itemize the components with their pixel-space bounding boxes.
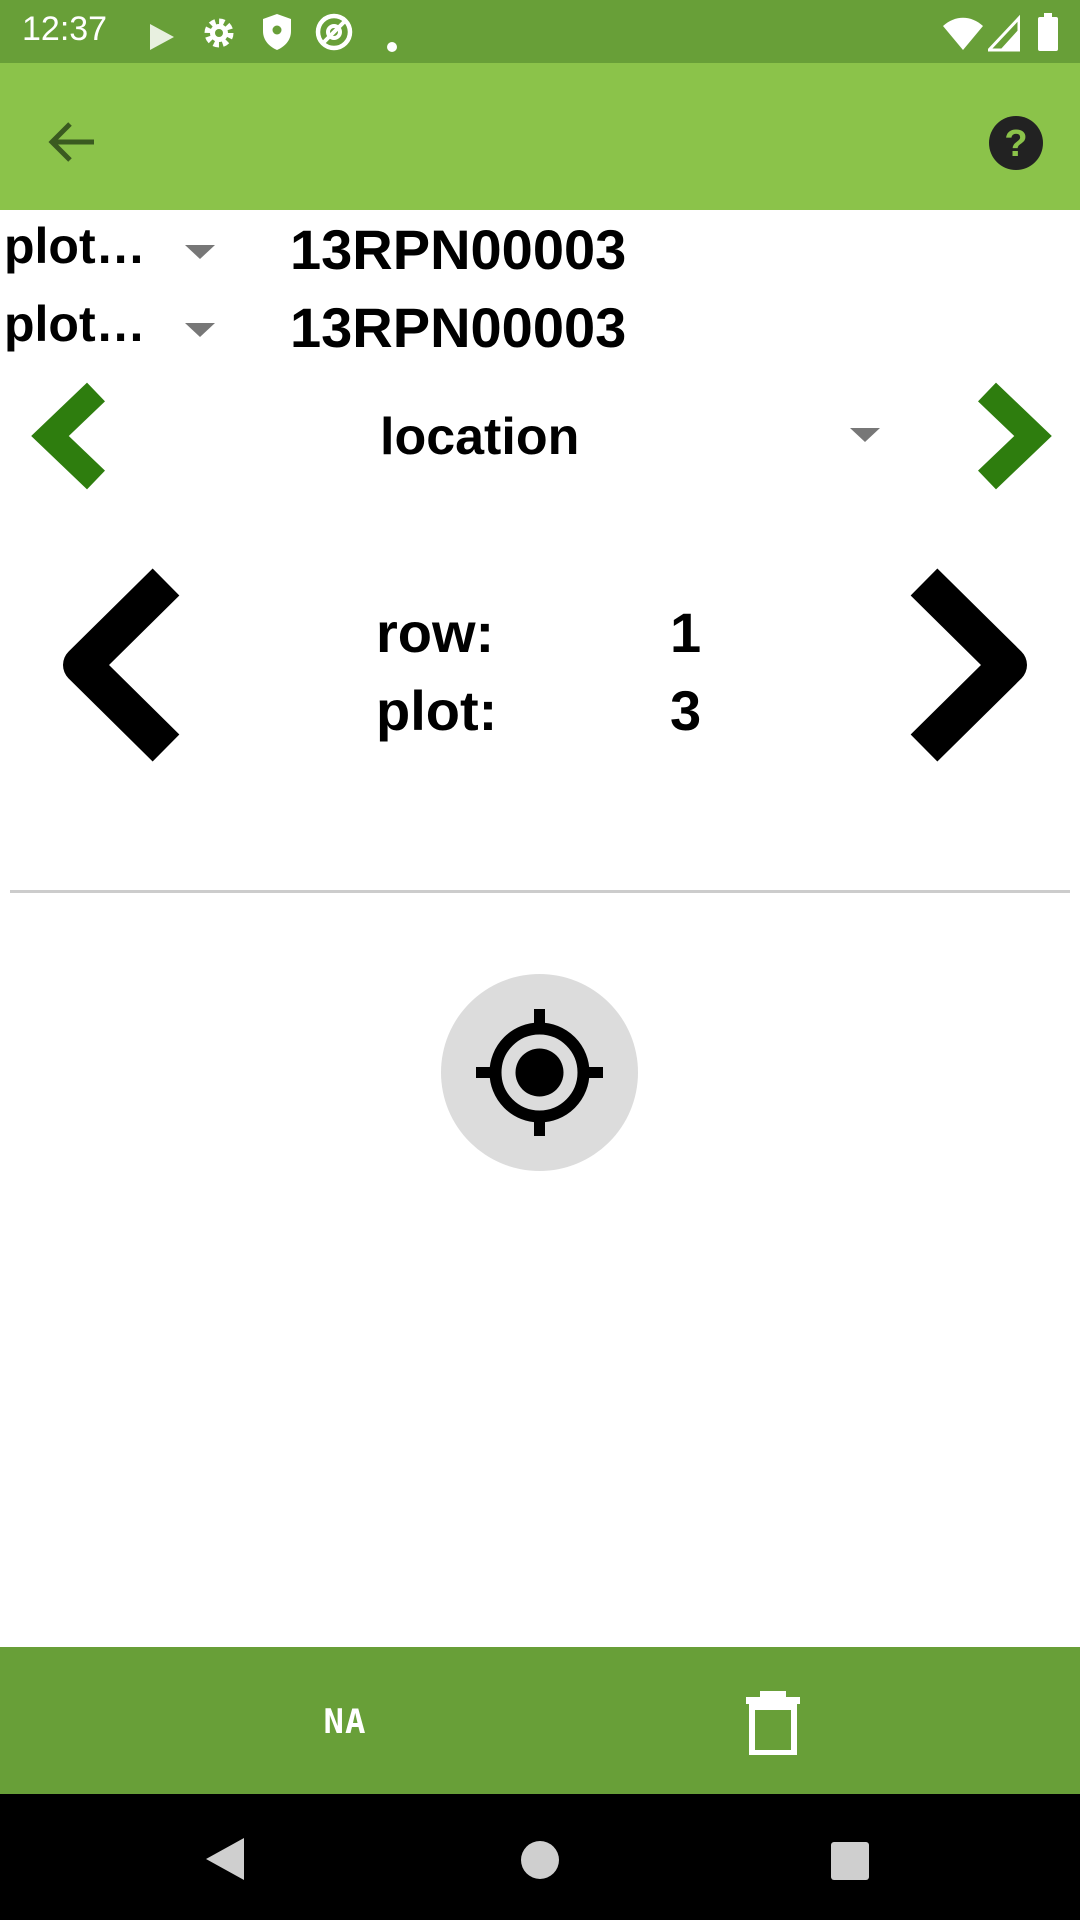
- selector-label: plot…: [4, 218, 146, 274]
- arrow-left-icon[interactable]: [32, 100, 116, 184]
- recents-nav-icon[interactable]: [830, 1841, 870, 1881]
- status-bar: 12:37: [0, 0, 1080, 63]
- bottom-action-bar: NA: [0, 1647, 1080, 1794]
- plot-selector-1[interactable]: plot… 13RPN00003: [0, 213, 1080, 291]
- row-value: 1: [670, 601, 702, 664]
- play-icon: [150, 24, 174, 50]
- app-bar: ?: [0, 63, 1080, 210]
- next-plot-icon[interactable]: [900, 558, 1042, 772]
- selector-value: 13RPN00003: [290, 218, 627, 281]
- at-sign-icon: [315, 13, 353, 51]
- selector-value: 13RPN00003: [290, 296, 627, 359]
- plot-value: 3: [670, 679, 702, 742]
- chevron-right-icon[interactable]: [975, 376, 1065, 496]
- dropdown-caret-icon[interactable]: [185, 323, 215, 339]
- gps-capture-button[interactable]: [441, 974, 638, 1171]
- chevron-left-icon[interactable]: [18, 376, 108, 496]
- system-navigation-bar: [0, 1794, 1080, 1920]
- divider: [10, 890, 1070, 893]
- dot-icon: [387, 42, 397, 52]
- selector-label: plot…: [4, 296, 146, 352]
- previous-plot-icon[interactable]: [48, 558, 190, 772]
- battery-icon: [1038, 13, 1058, 51]
- signal-icon: [988, 14, 1020, 52]
- plot-selector-2[interactable]: plot… 13RPN00003: [0, 291, 1080, 369]
- row-label: row:: [376, 601, 495, 664]
- dropdown-caret-icon[interactable]: [850, 428, 880, 444]
- settings-icon: [204, 18, 234, 48]
- plot-label: plot:: [376, 679, 498, 742]
- trait-navigator: location: [0, 370, 1080, 500]
- status-time: 12:37: [22, 10, 108, 48]
- dropdown-caret-icon[interactable]: [185, 245, 215, 261]
- back-nav-icon[interactable]: [204, 1836, 246, 1882]
- shield-icon: [263, 14, 291, 50]
- svg-text:?: ?: [1004, 123, 1027, 165]
- help-circle-icon[interactable]: ?: [975, 102, 1057, 184]
- gps-target-icon: [476, 1009, 603, 1136]
- na-button[interactable]: NA: [300, 1687, 390, 1757]
- trash-icon[interactable]: [740, 1689, 806, 1755]
- home-nav-icon[interactable]: [520, 1840, 560, 1880]
- wifi-icon: [943, 17, 983, 50]
- trait-name[interactable]: location: [380, 407, 579, 467]
